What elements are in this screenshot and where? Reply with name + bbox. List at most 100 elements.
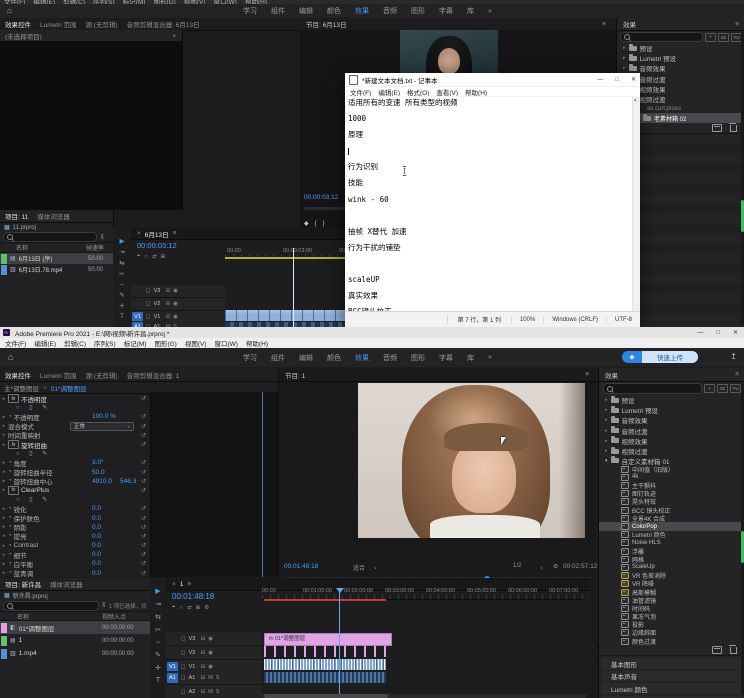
video-track-header[interactable]: V2 ◻ V2 ⊟ ◉ — [131, 298, 225, 311]
timeline-toolbar-icon[interactable]: ⌖ — [137, 253, 140, 260]
effect-item[interactable]: Lumetri 颜色 — [599, 531, 744, 539]
home-icon[interactable]: ⌂ — [8, 352, 13, 362]
panel-tab[interactable]: Lumetri 范围 — [40, 370, 76, 380]
twirl-icon[interactable]: ▸ — [0, 423, 8, 429]
tool-icon[interactable]: ✂ — [155, 626, 161, 634]
collapsed-panel-tab[interactable]: Lumetri 颜色 — [601, 683, 743, 694]
menu-item[interactable]: 视图(V) — [185, 338, 207, 348]
video-clip[interactable] — [225, 310, 351, 321]
timeline-toolbar-icon[interactable]: ⇄ — [152, 254, 157, 260]
quick-export-icon[interactable]: ↥ — [730, 352, 737, 361]
twirl-down-icon[interactable]: ▾ — [605, 458, 608, 464]
panel-tab[interactable]: 媒体浏览器 — [37, 211, 70, 221]
eye-icon[interactable]: ◉ — [173, 314, 178, 320]
effect-item[interactable]: 中间值（旧版） — [599, 465, 744, 473]
effects-search-input[interactable] — [620, 32, 703, 42]
sequence-tab[interactable]: 6月13日 — [145, 229, 169, 239]
tool-icon[interactable]: ⇥ — [119, 248, 124, 256]
effects-folder[interactable]: ▸ 音频效果 — [599, 415, 744, 425]
timeline-toolbar-icon[interactable]: ⊞ — [196, 605, 201, 611]
zoom-level[interactable]: 100% — [511, 317, 543, 323]
workspace-tab[interactable]: 编辑 — [299, 6, 313, 16]
tool-icon[interactable]: T — [120, 313, 124, 320]
window-button[interactable]: □ — [716, 330, 720, 336]
notepad-menu-item[interactable]: 帮助(H) — [465, 87, 487, 97]
workspace-tab[interactable]: 库 — [467, 353, 474, 363]
parameter-value[interactable]: 100.0 % — [92, 413, 116, 420]
fit-toggle-icon[interactable]: ◦ — [592, 656, 594, 662]
effect-item[interactable]: BCC 镜头校正 — [599, 506, 744, 514]
effect-item[interactable]: 颜色过渡 — [599, 637, 744, 645]
label-color-swatch[interactable] — [1, 254, 7, 264]
effect-item[interactable]: 4k — [599, 473, 744, 481]
tool-icon[interactable]: ✎ — [119, 291, 124, 299]
panel-menu-icon[interactable]: ≡ — [187, 581, 191, 588]
settings-icon[interactable]: ⚙ — [553, 563, 558, 570]
effect-item[interactable]: 高斯模糊 — [599, 588, 744, 596]
twirl-icon[interactable]: ▸ — [605, 448, 608, 454]
sync-lock-icon[interactable]: ⊟ — [166, 314, 171, 320]
parameter-value[interactable]: 0.0 — [92, 560, 101, 567]
workspace-tab[interactable]: 图形 — [411, 353, 425, 363]
lock-icon[interactable]: ◻ — [146, 301, 151, 307]
reset-icon[interactable]: ↺ — [141, 478, 146, 485]
notepad-menu-item[interactable]: 格式(O) — [407, 87, 429, 97]
reset-icon[interactable]: ↺ — [141, 469, 146, 476]
effects-search-input[interactable] — [603, 383, 702, 394]
source-patch-chip[interactable]: A1 — [167, 673, 178, 683]
home-icon[interactable]: ⌂ — [7, 6, 12, 15]
panel-tab[interactable]: 项目: 新许昌 — [5, 579, 41, 589]
notepad-menu-item[interactable]: 编辑(E) — [378, 87, 400, 97]
notepad-menu-item[interactable]: 查看(V) — [436, 87, 458, 97]
program-scrubber[interactable] — [304, 207, 346, 210]
transport-icon[interactable]: { — [315, 221, 317, 227]
reset-icon[interactable]: ↺ — [141, 432, 146, 439]
column-name[interactable]: 名称 — [0, 243, 28, 252]
blend-mode-select[interactable]: 正常∨ — [70, 422, 134, 431]
effect-parameter-row[interactable]: ▸ fx ◔ 不透明度 ∨ ↺ — [0, 394, 150, 403]
reset-icon[interactable]: ↺ — [141, 551, 146, 558]
twirl-icon[interactable]: ▸ — [623, 65, 626, 71]
effect-item[interactable]: 全景4K 合成 — [599, 514, 744, 522]
tool-icon[interactable]: ⇔ — [119, 281, 126, 288]
audio-track-header[interactable]: A1 ◻ A1 ⊟ M S — [166, 671, 262, 685]
twirl-icon[interactable]: ▸ — [0, 515, 8, 521]
tool-icon[interactable]: ⇥ — [155, 600, 161, 608]
timeline-playhead[interactable] — [339, 588, 340, 696]
workspace-tab[interactable]: 字幕 — [439, 6, 453, 16]
menu-item[interactable]: 编辑(E) — [34, 338, 56, 348]
parameter-value[interactable]: 0.0 — [92, 551, 101, 558]
panel-menu-icon[interactable]: ≡ — [173, 230, 177, 237]
workspace-tab[interactable]: 效果 — [355, 353, 369, 363]
workspace-tab[interactable]: 组件 — [271, 6, 285, 16]
video-track-header[interactable]: V3 ◻ V3 ⊟ ◉ — [166, 632, 262, 646]
stopwatch-icon[interactable]: ◔ — [8, 460, 12, 466]
panel-tab[interactable]: 媒体浏览器 — [50, 579, 83, 589]
chevron-right-icon[interactable]: ▸ — [173, 33, 176, 39]
filter-badge-icon[interactable]: ⚡ — [704, 384, 715, 393]
column-rate[interactable]: 帧速率 — [86, 243, 104, 252]
solo-icon[interactable]: S — [216, 689, 220, 695]
fx-badge-icon[interactable]: fx — [8, 440, 19, 449]
transport-icon[interactable]: } — [323, 221, 325, 227]
effect-parameter-row[interactable]: ▸ fx ◔ ClearPlus ∨ ↺ — [0, 486, 150, 495]
stopwatch-icon[interactable]: ◔ — [8, 552, 12, 558]
fx-badge-icon[interactable]: fx — [8, 486, 19, 495]
eye-icon[interactable]: ◉ — [208, 636, 213, 642]
panel-menu-icon[interactable]: ≡ — [735, 371, 739, 378]
effect-item[interactable]: 果冻气泡 — [599, 613, 744, 621]
twirl-icon[interactable]: ▸ — [0, 414, 8, 420]
video-clip-cut-up[interactable] — [264, 659, 386, 670]
clip-fragments[interactable] — [264, 646, 386, 657]
project-row[interactable]: ▤ 6月13日 (序) 50.00 — [0, 253, 113, 264]
reset-icon[interactable]: ↺ — [141, 524, 146, 531]
menu-item[interactable]: 图形(G) — [154, 338, 176, 348]
effects-folder[interactable]: ▸ Lumetri 预设 — [599, 405, 744, 415]
tool-icon[interactable]: ▶ — [120, 237, 125, 245]
workspace-tab[interactable]: 颜色 — [327, 6, 341, 16]
panel-tab[interactable]: 源:(无剪辑) — [85, 370, 117, 380]
adjustment-layer-clip[interactable]: fx 01*调整图层 — [264, 633, 392, 646]
effect-item[interactable]: Noise HLS — [599, 539, 744, 547]
sequence-tab[interactable]: 1 — [180, 581, 184, 588]
tool-icon[interactable]: T — [156, 677, 160, 684]
